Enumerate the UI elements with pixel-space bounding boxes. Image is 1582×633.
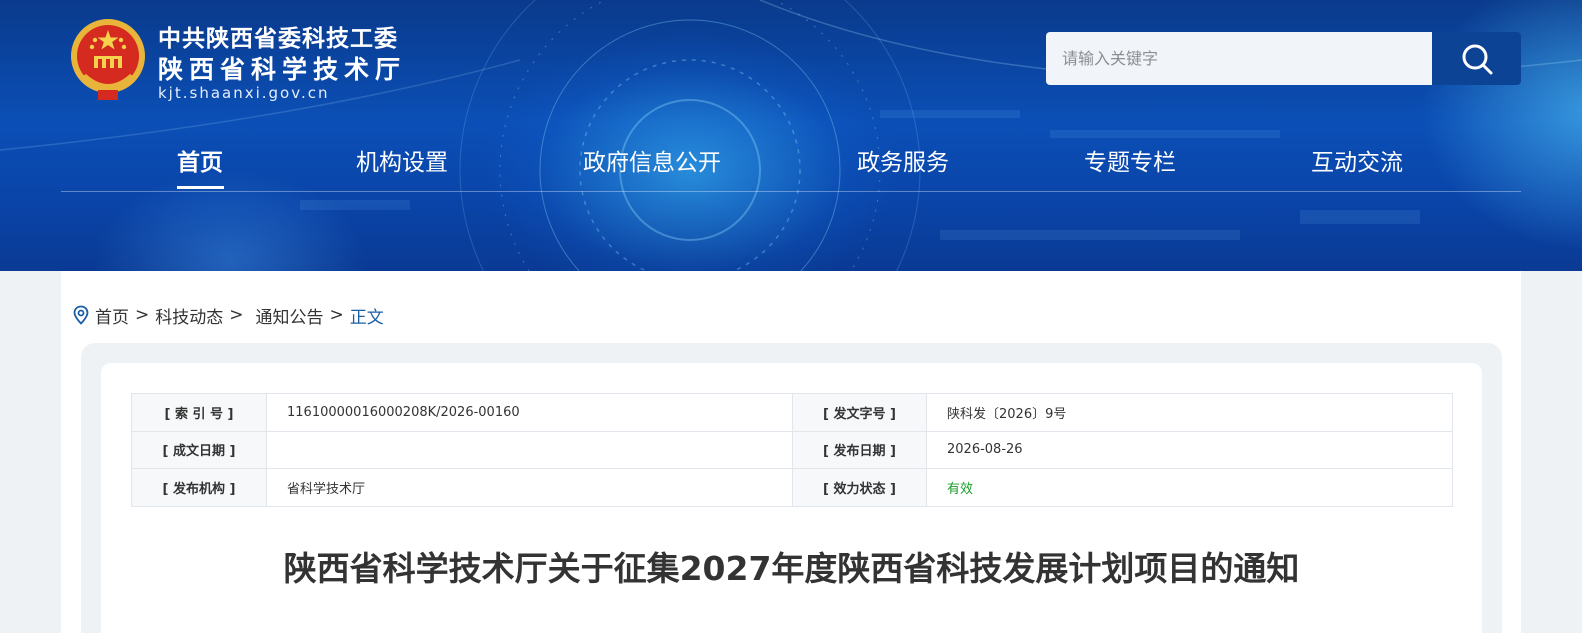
article-title: 陕西省科学技术厅关于征集2027年度陕西省科技发展计划项目的通知: [283, 549, 1300, 588]
published-date-value: 2026-08-26: [926, 430, 1453, 470]
national-emblem-icon: [71, 19, 145, 100]
validity-status-value: 有效: [926, 468, 1453, 507]
document-metadata-table: [ 索 引 号 ] 11610000016000208K/2026-00160 …: [131, 393, 1453, 507]
site-title-line1: 中共陕西省委科技工委: [158, 26, 398, 52]
issuing-org-label: [ 发布机构 ]: [131, 468, 267, 507]
document-number-value: 陕科发〔2026〕9号: [926, 393, 1453, 432]
table-row: [ 发布机构 ] 省科学技术厅 [ 效力状态 ] 有效: [131, 468, 1453, 507]
site-header: 中共陕西省委科技工委 陕西省科学技术厅 kjt.shaanxi.gov.cn 首…: [0, 0, 1582, 271]
nav-item-interaction[interactable]: 互动交流: [1311, 143, 1403, 177]
nav-item-organization[interactable]: 机构设置: [356, 143, 448, 177]
nav-active-indicator: [177, 186, 224, 189]
breadcrumb-separator: >: [229, 305, 244, 325]
search-icon: [1462, 44, 1492, 74]
search-input[interactable]: [1046, 32, 1432, 85]
validity-status-label: [ 效力状态 ]: [792, 468, 927, 507]
created-date-value: [266, 430, 793, 470]
nav-item-home[interactable]: 首页: [177, 143, 223, 177]
nav-item-gov-info[interactable]: 政府信息公开: [583, 143, 721, 177]
breadcrumb: 首页 > 科技动态 > 通知公告 > 正文: [72, 303, 384, 328]
nav-item-gov-services[interactable]: 政务服务: [857, 143, 949, 177]
breadcrumb-separator: >: [135, 305, 150, 325]
created-date-label: [ 成文日期 ]: [131, 430, 267, 470]
index-number-label: [ 索 引 号 ]: [131, 393, 267, 432]
table-row: [ 成文日期 ] [ 发布日期 ] 2026-08-26: [131, 430, 1453, 470]
breadcrumb-separator: >: [329, 305, 344, 325]
breadcrumb-notices[interactable]: 通知公告: [256, 303, 324, 328]
site-title-line2: 陕西省科学技术厅: [158, 55, 407, 84]
location-pin-icon: [73, 305, 89, 325]
issuing-org-value: 省科学技术厅: [266, 468, 793, 507]
published-date-label: [ 发布日期 ]: [792, 430, 927, 470]
breadcrumb-home[interactable]: 首页: [95, 303, 129, 328]
breadcrumb-tech-news[interactable]: 科技动态: [155, 303, 223, 328]
document-number-label: [ 发文字号 ]: [792, 393, 927, 432]
nav-divider: [61, 191, 1521, 192]
index-number-value: 11610000016000208K/2026-00160: [266, 393, 793, 432]
nav-item-special-topics[interactable]: 专题专栏: [1084, 143, 1176, 177]
site-url: kjt.shaanxi.gov.cn: [158, 84, 330, 102]
breadcrumb-current: 正文: [349, 307, 384, 328]
table-row: [ 索 引 号 ] 11610000016000208K/2026-00160 …: [131, 393, 1453, 432]
search-button[interactable]: [1432, 32, 1521, 85]
